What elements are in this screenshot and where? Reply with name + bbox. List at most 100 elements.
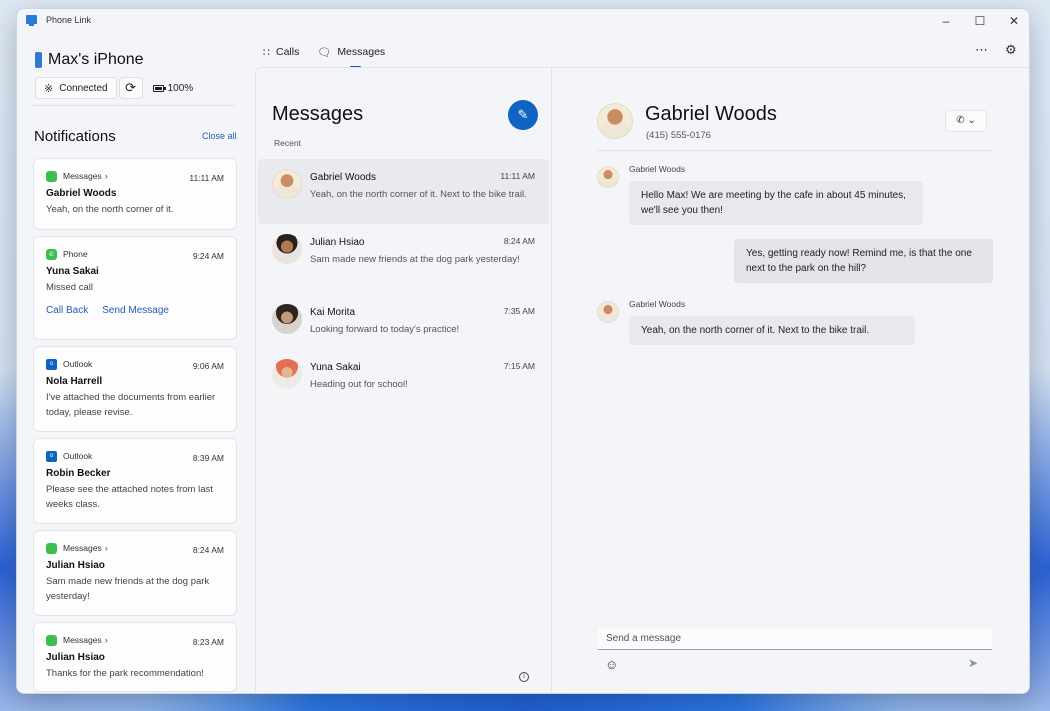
recent-label: Recent bbox=[274, 138, 301, 148]
avatar bbox=[272, 359, 302, 389]
messages-title: Messages bbox=[272, 103, 364, 125]
message-bubble-incoming: Yeah, on the north corner of it. Next to… bbox=[629, 316, 915, 345]
notification-card[interactable]: ✆ Phone 9:24 AM Yuna Sakai Missed call C… bbox=[33, 236, 237, 340]
conversation-name: Julian Hsiao bbox=[310, 237, 365, 248]
conversation-item[interactable]: Yuna Sakai 7:15 AM Heading out for schoo… bbox=[258, 349, 549, 404]
notification-body: Thanks for the park recommendation! bbox=[46, 668, 204, 679]
conversation-time: 7:35 AM bbox=[503, 306, 535, 316]
tab-calls[interactable]: ∷ Calls bbox=[263, 43, 299, 61]
notification-sender: Julian Hsiao bbox=[46, 560, 105, 571]
notification-sender: Nola Harrell bbox=[46, 376, 103, 387]
chevron-right-icon: › bbox=[104, 635, 108, 645]
tab-messages[interactable]: 🗨 Messages bbox=[317, 43, 386, 68]
sync-button[interactable]: ⟳ bbox=[118, 77, 143, 99]
conversation-name: Kai Morita bbox=[310, 307, 356, 318]
conversation-time: 11:11 AM bbox=[500, 171, 535, 181]
notification-app: Phone bbox=[63, 249, 88, 259]
left-panel: Max's iPhone ※ Connected ⟳ 100% Notifica… bbox=[17, 33, 253, 693]
notification-sender: Gabriel Woods bbox=[46, 188, 117, 199]
maximize-button[interactable]: ☐ bbox=[971, 12, 989, 30]
message-bubble-outgoing: Yes, getting ready now! Remind me, is th… bbox=[734, 239, 993, 283]
message-bubble-incoming: Hello Max! We are meeting by the cafe in… bbox=[629, 181, 923, 225]
minimize-button[interactable]: – bbox=[937, 12, 955, 30]
divider bbox=[597, 150, 992, 151]
notification-body: I've attached the documents from earlier… bbox=[46, 392, 216, 418]
notification-time: 8:23 AM bbox=[192, 637, 224, 647]
contact-avatar bbox=[597, 103, 633, 139]
chevron-down-icon: ⌄ bbox=[967, 115, 976, 126]
conversation-item[interactable]: Gabriel Woods 11:11 AM Yeah, on the nort… bbox=[258, 159, 549, 224]
notification-card[interactable]: o Outlook 8:39 AM Robin Becker Please se… bbox=[33, 438, 237, 524]
contact-name: Gabriel Woods bbox=[645, 103, 777, 125]
battery-level: 100% bbox=[167, 82, 194, 94]
connection-status[interactable]: ※ Connected bbox=[35, 77, 117, 99]
messages-icon bbox=[46, 170, 57, 182]
notification-card[interactable]: Messages › 8:23 AM Julian Hsiao Thanks f… bbox=[33, 622, 237, 692]
sender-avatar bbox=[597, 301, 619, 323]
tab-messages-label: Messages bbox=[337, 46, 386, 58]
notification-body: Missed call bbox=[46, 282, 93, 293]
conversation-preview: Looking forward to today's practice! bbox=[310, 324, 460, 335]
notification-app: Messages bbox=[63, 171, 102, 181]
chevron-right-icon: › bbox=[104, 543, 108, 553]
top-nav: ∷ Calls 🗨 Messages bbox=[263, 43, 386, 68]
avatar bbox=[272, 304, 302, 334]
title-bar: Phone Link – ☐ ✕ bbox=[17, 9, 1029, 33]
outlook-icon: o bbox=[46, 450, 57, 462]
chevron-right-icon: › bbox=[104, 171, 108, 181]
notification-time: 11:11 AM bbox=[189, 173, 224, 183]
conversation-preview: Sam made new friends at the dog park yes… bbox=[310, 254, 520, 265]
notification-app: Outlook bbox=[63, 451, 93, 461]
new-message-button[interactable]: ✎ bbox=[508, 100, 538, 130]
close-all-link[interactable]: Close all bbox=[202, 131, 237, 141]
chat-bubble-icon: 🗨 bbox=[317, 46, 332, 59]
phone-link-window: Phone Link – ☐ ✕ Max's iPhone ※ Connecte… bbox=[16, 8, 1030, 694]
conversation-item[interactable]: Kai Morita 7:35 AM Looking forward to to… bbox=[258, 294, 549, 349]
notification-time: 9:24 AM bbox=[192, 251, 224, 261]
notification-card[interactable]: Messages › 8:24 AM Julian Hsiao Sam made… bbox=[33, 530, 237, 616]
call-back-link[interactable]: Call Back bbox=[46, 305, 88, 316]
window-title: Phone Link bbox=[46, 15, 92, 25]
send-icon[interactable]: ➤ bbox=[968, 656, 978, 670]
message-sender: Gabriel Woods bbox=[629, 299, 686, 309]
notification-card[interactable]: o Outlook 9:06 AM Nola Harrell I've atta… bbox=[33, 346, 237, 432]
message-input-container bbox=[598, 628, 992, 650]
close-window-button[interactable]: ✕ bbox=[1005, 12, 1023, 30]
conversation-item[interactable]: Julian Hsiao 8:24 AM Sam made new friend… bbox=[258, 224, 549, 294]
info-icon[interactable]: i bbox=[519, 672, 529, 682]
tab-calls-label: Calls bbox=[276, 46, 300, 58]
phone-icon: ✆ bbox=[46, 248, 57, 260]
message-input[interactable] bbox=[598, 628, 992, 649]
send-message-link[interactable]: Send Message bbox=[102, 305, 169, 316]
messages-icon bbox=[46, 634, 57, 646]
notification-time: 8:24 AM bbox=[192, 545, 224, 555]
notification-body: Yeah, on the north corner of it. bbox=[46, 204, 174, 215]
iphone-icon bbox=[35, 52, 42, 68]
notification-card[interactable]: Messages › 11:11 AM Gabriel Woods Yeah, … bbox=[33, 158, 237, 230]
divider bbox=[33, 105, 236, 106]
conversation-panel: Gabriel Woods (415) 555-0176 ✆ ⌄ Gabriel… bbox=[553, 67, 1029, 693]
battery-status: 100% bbox=[152, 82, 194, 94]
compose-icon: ✎ bbox=[517, 107, 529, 122]
avatar bbox=[272, 234, 302, 264]
call-button[interactable]: ✆ ⌄ bbox=[945, 110, 987, 132]
notification-sender: Robin Becker bbox=[46, 468, 111, 479]
conversation-preview: Heading out for school! bbox=[310, 379, 408, 390]
sender-avatar bbox=[597, 166, 619, 188]
contact-phone: (415) 555-0176 bbox=[646, 130, 711, 141]
device-name: Max's iPhone bbox=[48, 51, 144, 68]
conversation-time: 7:15 AM bbox=[503, 361, 535, 371]
messages-list-panel: Messages ✎ Recent Gabriel Woods 11:11 AM… bbox=[255, 67, 552, 693]
notification-app: Outlook bbox=[63, 359, 93, 369]
settings-gear-icon[interactable]: ⚙ bbox=[1005, 42, 1017, 58]
notification-time: 9:06 AM bbox=[192, 361, 224, 371]
avatar bbox=[272, 169, 302, 199]
emoji-icon[interactable]: ☺ bbox=[605, 657, 618, 672]
battery-icon bbox=[152, 84, 166, 92]
more-options-icon[interactable]: ⋯ bbox=[975, 42, 988, 58]
messages-icon bbox=[46, 542, 57, 554]
notification-sender: Julian Hsiao bbox=[46, 652, 105, 663]
conversation-preview: Yeah, on the north corner of it. Next to… bbox=[310, 189, 527, 200]
notification-app: Messages bbox=[63, 543, 102, 553]
refresh-icon: ⟳ bbox=[125, 80, 137, 95]
